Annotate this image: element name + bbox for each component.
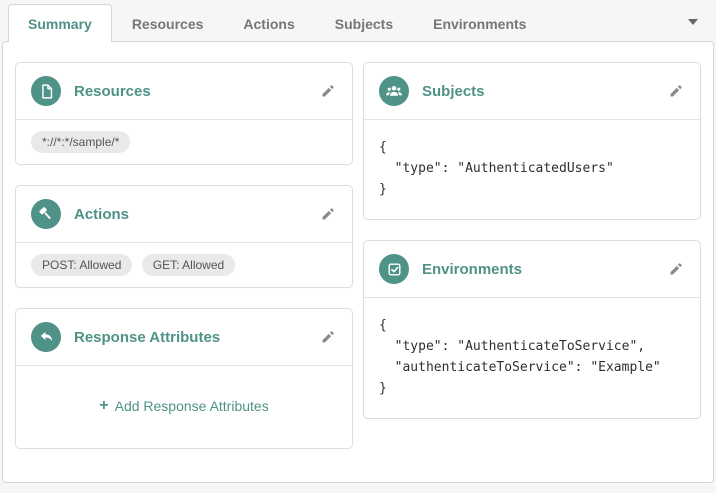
- environments-edit-button[interactable]: [666, 260, 685, 279]
- chevron-down-icon: [688, 19, 698, 25]
- reply-arrow-icon: [31, 322, 61, 352]
- actions-card: Actions POST: Allowed GET: Allowed: [15, 185, 353, 288]
- gavel-icon: [31, 199, 61, 229]
- add-response-attributes-button[interactable]: + Add Response Attributes: [99, 397, 269, 415]
- action-pill-post: POST: Allowed: [31, 254, 133, 276]
- tab-environments[interactable]: Environments: [413, 4, 546, 42]
- response-attributes-card-title: Response Attributes: [74, 328, 221, 346]
- tab-overflow-dropdown[interactable]: [686, 17, 700, 27]
- subjects-card-body: { "type": "AuthenticatedUsers" }: [364, 120, 700, 219]
- resources-card-body: *://*:*/sample/*: [16, 120, 352, 164]
- summary-tab-panel: Resources *://*:*/sample/* Actions POST:…: [2, 41, 714, 483]
- response-attributes-card-header: Response Attributes: [16, 309, 352, 366]
- tab-actions[interactable]: Actions: [223, 4, 314, 42]
- tab-bar: Summary Resources Actions Subjects Envir…: [0, 0, 716, 42]
- response-attributes-edit-button[interactable]: [318, 328, 337, 347]
- tab-summary[interactable]: Summary: [8, 4, 112, 42]
- actions-card-body: POST: Allowed GET: Allowed: [16, 243, 352, 287]
- resource-pattern-pill: *://*:*/sample/*: [31, 131, 131, 153]
- response-attributes-card: Response Attributes + Add Response Attri…: [15, 308, 353, 449]
- response-attributes-card-body: + Add Response Attributes: [16, 366, 352, 448]
- resources-card-title: Resources: [74, 82, 151, 100]
- environments-card-body: { "type": "AuthenticateToService", "auth…: [364, 298, 700, 418]
- subjects-card: Subjects { "type": "AuthenticatedUsers" …: [363, 62, 701, 220]
- subjects-card-header: Subjects: [364, 63, 700, 120]
- right-column: Subjects { "type": "AuthenticatedUsers" …: [363, 62, 701, 449]
- environments-card: Environments { "type": "AuthenticateToSe…: [363, 240, 701, 419]
- file-icon: [31, 76, 61, 106]
- subjects-card-title: Subjects: [422, 82, 485, 100]
- users-icon: [379, 76, 409, 106]
- tab-subjects[interactable]: Subjects: [315, 4, 413, 42]
- actions-edit-button[interactable]: [318, 205, 337, 224]
- left-column: Resources *://*:*/sample/* Actions POST:…: [15, 62, 353, 449]
- resources-edit-button[interactable]: [318, 82, 337, 101]
- subjects-json: { "type": "AuthenticatedUsers" }: [379, 140, 614, 197]
- environments-json: { "type": "AuthenticateToService", "auth…: [379, 318, 661, 396]
- actions-card-header: Actions: [16, 186, 352, 243]
- environments-card-header: Environments: [364, 241, 700, 298]
- subjects-edit-button[interactable]: [666, 82, 685, 101]
- add-response-attributes-label: Add Response Attributes: [114, 398, 269, 414]
- tab-resources[interactable]: Resources: [112, 4, 224, 42]
- environments-card-title: Environments: [422, 260, 523, 278]
- plus-icon: +: [99, 397, 109, 414]
- resources-card: Resources *://*:*/sample/*: [15, 62, 353, 165]
- checkbox-icon: [379, 254, 409, 284]
- card-columns: Resources *://*:*/sample/* Actions POST:…: [15, 62, 701, 449]
- action-pill-get: GET: Allowed: [141, 254, 236, 276]
- actions-card-title: Actions: [74, 205, 130, 223]
- resources-card-header: Resources: [16, 63, 352, 120]
